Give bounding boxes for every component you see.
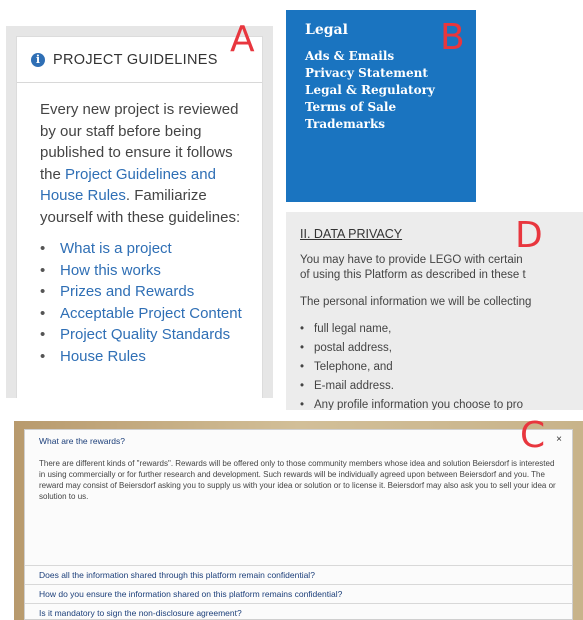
project-guidelines-panel: i PROJECT GUIDELINES Every new project i…: [6, 26, 273, 398]
privacy-text-3: The personal information we will be coll…: [300, 296, 532, 308]
info-icon: i: [31, 52, 45, 67]
faq-question[interactable]: What are the rewards?: [39, 436, 572, 446]
label-a: A: [230, 19, 255, 60]
faq-item-open[interactable]: What are the rewards? There are differen…: [25, 430, 572, 566]
guideline-link-house-rules[interactable]: House Rules: [40, 346, 262, 368]
privacy-item: Telephone, and: [300, 358, 583, 377]
privacy-item: postal address,: [300, 339, 583, 358]
label-b: B: [440, 17, 465, 58]
legal-link-trademarks[interactable]: Trademarks: [305, 116, 476, 133]
privacy-item: Any profile information you choose to pr…: [300, 396, 583, 410]
privacy-item: full legal name,: [300, 320, 583, 339]
guideline-link-quality-standards[interactable]: Project Quality Standards: [40, 324, 262, 346]
card-title: PROJECT GUIDELINES: [53, 51, 218, 68]
close-icon[interactable]: ×: [556, 434, 562, 445]
privacy-item: E-mail address.: [300, 377, 583, 396]
faq-accordion: What are the rewards? There are differen…: [24, 429, 573, 620]
legal-link-terms-of-sale[interactable]: Terms of Sale: [305, 99, 476, 116]
card-body: Every new project is reviewed by our sta…: [17, 83, 262, 367]
guidelines-intro: Every new project is reviewed by our sta…: [40, 99, 245, 228]
faq-item-ensure-confidential[interactable]: How do you ensure the information shared…: [25, 585, 572, 604]
label-d: D: [515, 215, 543, 256]
privacy-list: full legal name, postal address, Telepho…: [300, 320, 583, 410]
guidelines-list: What is a project How this works Prizes …: [40, 238, 262, 367]
guideline-link-prizes-rewards[interactable]: Prizes and Rewards: [40, 281, 262, 303]
project-guidelines-card: i PROJECT GUIDELINES Every new project i…: [16, 36, 263, 398]
card-header: i PROJECT GUIDELINES: [17, 37, 262, 83]
guideline-link-how-this-works[interactable]: How this works: [40, 260, 262, 282]
legal-link-privacy-statement[interactable]: Privacy Statement: [305, 65, 476, 82]
faq-item-nda[interactable]: Is it mandatory to sign the non-disclosu…: [25, 604, 572, 620]
guideline-link-what-is-a-project[interactable]: What is a project: [40, 238, 262, 260]
legal-link-legal-regulatory[interactable]: Legal & Regulatory: [305, 82, 476, 99]
faq-panel: What are the rewards? There are differen…: [14, 421, 583, 620]
privacy-text-2: of using this Platform as described in t…: [300, 269, 526, 281]
faq-answer: There are different kinds of "rewards". …: [39, 459, 556, 501]
faq-item-confidential[interactable]: Does all the information shared through …: [25, 566, 572, 585]
guideline-link-acceptable-content[interactable]: Acceptable Project Content: [40, 303, 262, 325]
label-c: C: [520, 415, 546, 456]
